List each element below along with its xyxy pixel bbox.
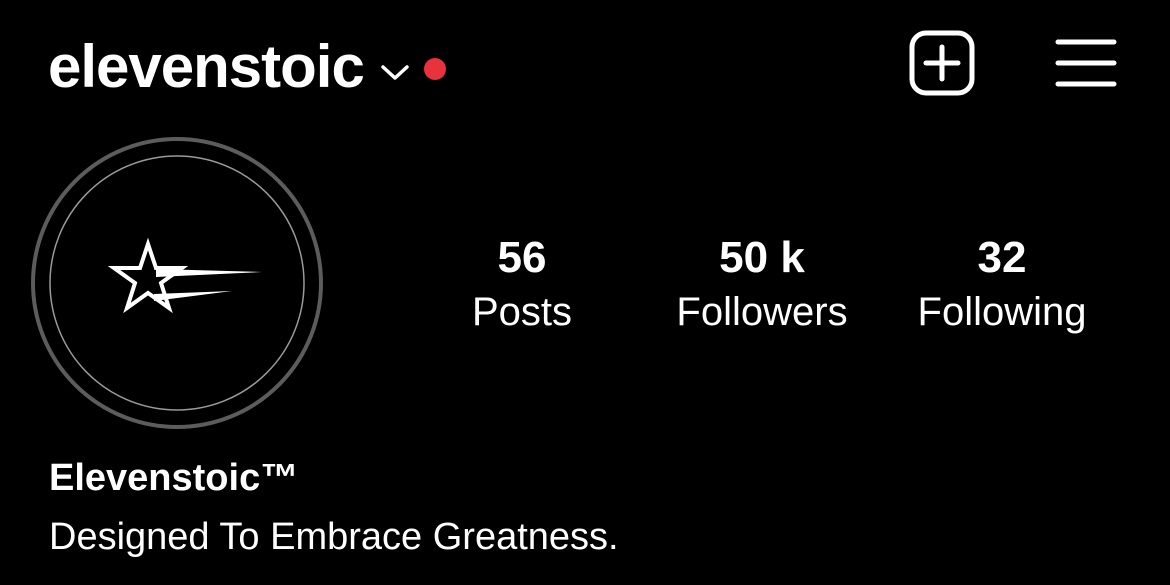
posts-count: 56 xyxy=(497,233,547,282)
account-switcher[interactable]: elevenstoic xyxy=(48,22,446,112)
followers-count: 50 k xyxy=(719,233,805,282)
display-name: Elevenstoic™ xyxy=(49,457,299,499)
bio-text: Designed To Embrace Greatness. xyxy=(49,516,619,558)
posts-label: Posts xyxy=(471,290,573,334)
followers-label: Followers xyxy=(676,290,848,334)
following-label: Following xyxy=(917,290,1087,334)
stat-posts[interactable]: 56 Posts xyxy=(402,232,642,338)
profile-stats: 56 Posts 50 k Followers 32 Following xyxy=(0,232,1170,342)
hamburger-menu-icon[interactable] xyxy=(1055,38,1117,88)
following-count: 32 xyxy=(977,233,1027,282)
username: elevenstoic xyxy=(48,33,365,100)
notification-dot xyxy=(423,58,446,80)
stat-following[interactable]: 32 Following xyxy=(882,232,1122,338)
chevron-down-icon[interactable] xyxy=(380,62,410,82)
stat-followers[interactable]: 50 k Followers xyxy=(642,232,882,338)
plus-square-icon[interactable] xyxy=(908,29,976,97)
